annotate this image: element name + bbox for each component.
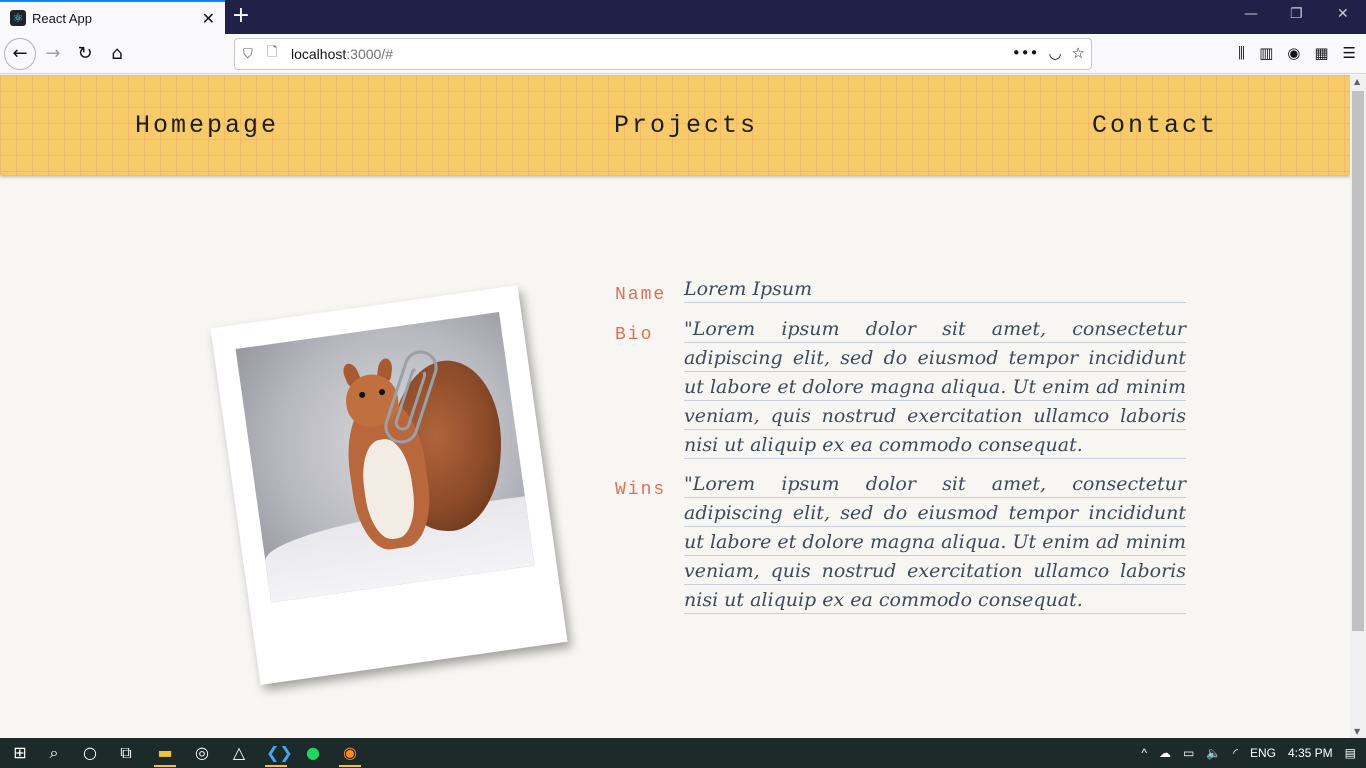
windows-taskbar: ⊞ ⌕ ○ ⧉ ▬ ◎ △ ❮❯ ● ◉ ^ ☁ ▭ 🔈 ◜ ENG 4:35 … bbox=[0, 738, 1366, 768]
page-info-icon[interactable]: 🗋 bbox=[267, 43, 283, 65]
reload-icon[interactable]: ↻ bbox=[70, 39, 100, 69]
scrollbar-thumb[interactable] bbox=[1352, 91, 1364, 631]
notifications-icon[interactable]: ▤ bbox=[1345, 746, 1356, 760]
polaroid-photo-frame bbox=[210, 285, 568, 685]
scroll-up-icon[interactable]: ▲ bbox=[1354, 77, 1360, 86]
restore-button[interactable]: ❐ bbox=[1290, 6, 1303, 22]
wifi-icon[interactable]: ◜ bbox=[1233, 746, 1238, 760]
new-tab-button[interactable]: + bbox=[231, 4, 251, 28]
nav-link-projects[interactable]: Projects bbox=[614, 111, 758, 140]
vscode-icon[interactable]: ❮❯ bbox=[266, 743, 293, 763]
library-icon[interactable]: ⫼ bbox=[1238, 44, 1245, 62]
forward-arrow-icon[interactable]: → bbox=[38, 39, 68, 69]
wins-value: "Lorem ipsum dolor sit amet, consectetur… bbox=[684, 470, 1186, 615]
firefox-icon[interactable]: ◉ bbox=[340, 743, 360, 763]
nav-link-contact[interactable]: Contact bbox=[1092, 111, 1218, 140]
url-path: :3000/# bbox=[346, 46, 393, 62]
back-arrow-icon[interactable]: ← bbox=[4, 38, 36, 70]
firefox-active-indicator bbox=[339, 765, 361, 767]
name-label: Name bbox=[615, 285, 667, 305]
name-value: Lorem Ipsum bbox=[684, 275, 1186, 304]
home-icon[interactable]: ⌂ bbox=[102, 39, 132, 69]
onedrive-icon[interactable]: ☁ bbox=[1159, 746, 1171, 760]
browser-tab-active[interactable]: ⚛ React App ✕ bbox=[0, 0, 225, 34]
search-icon[interactable]: ⌕ bbox=[44, 743, 64, 763]
google-drive-icon[interactable]: △ bbox=[229, 743, 249, 763]
tab-close-icon[interactable]: ✕ bbox=[202, 9, 215, 28]
file-explorer-icon[interactable]: ▬ bbox=[155, 743, 175, 763]
sidebar-icon[interactable]: ▥ bbox=[1259, 44, 1273, 62]
tray-overflow-icon[interactable]: ^ bbox=[1141, 746, 1147, 760]
tab-title: React App bbox=[32, 10, 92, 26]
language-indicator[interactable]: ENG bbox=[1250, 746, 1276, 760]
task-view-icon[interactable]: ⧉ bbox=[116, 743, 136, 763]
react-favicon-icon: ⚛ bbox=[10, 10, 26, 26]
bio-value: "Lorem ipsum dolor sit amet, consectetur… bbox=[684, 315, 1186, 460]
extensions-icon[interactable]: ▦ bbox=[1314, 44, 1328, 62]
bio-label: Bio bbox=[615, 325, 654, 345]
browser-tab-bar: ⚛ React App ✕ + — ❐ ✕ bbox=[0, 0, 1366, 34]
clock[interactable]: 4:35 PM bbox=[1288, 746, 1333, 760]
page-viewport: Homepage Projects Contact Name Lorem Ips… bbox=[0, 75, 1350, 738]
explorer-active-indicator bbox=[154, 765, 176, 767]
menu-icon[interactable]: ☰ bbox=[1343, 44, 1356, 62]
scroll-down-icon[interactable]: ▼ bbox=[1354, 727, 1360, 736]
minimize-button[interactable]: — bbox=[1244, 6, 1258, 22]
pocket-icon[interactable]: ◡ bbox=[1048, 44, 1061, 62]
system-tray: ^ ☁ ▭ 🔈 ◜ ENG 4:35 PM ▤ bbox=[1141, 738, 1356, 768]
vscode-active-indicator bbox=[265, 765, 287, 767]
site-header: Homepage Projects Contact bbox=[0, 75, 1350, 175]
spotify-icon[interactable]: ● bbox=[303, 743, 323, 763]
chrome-icon[interactable]: ◎ bbox=[192, 743, 212, 763]
page-actions-icon[interactable]: ••• bbox=[1012, 44, 1039, 62]
page-scrollbar[interactable]: ▲ ▼ bbox=[1350, 75, 1366, 738]
cortana-icon[interactable]: ○ bbox=[80, 743, 100, 763]
windows-start-icon[interactable]: ⊞ bbox=[10, 743, 30, 763]
bookmark-star-icon[interactable]: ☆ bbox=[1072, 44, 1085, 62]
url-text[interactable]: localhost:3000/# bbox=[291, 46, 393, 62]
squirrel-photo bbox=[235, 312, 535, 603]
wins-label: Wins bbox=[615, 480, 667, 500]
account-icon[interactable]: ◉ bbox=[1287, 44, 1300, 62]
nav-link-homepage[interactable]: Homepage bbox=[135, 111, 279, 140]
tracking-shield-icon[interactable]: ⛉ bbox=[243, 47, 261, 62]
url-bar[interactable]: ⛉ 🗋 localhost:3000/# ••• ◡ ☆ bbox=[234, 38, 1092, 70]
close-window-button[interactable]: ✕ bbox=[1337, 6, 1349, 22]
volume-icon[interactable]: 🔈 bbox=[1206, 746, 1221, 760]
browser-toolbar: ← → ↻ ⌂ ⛉ 🗋 localhost:3000/# ••• ◡ ☆ ⫼ ▥… bbox=[0, 34, 1366, 74]
url-host: localhost bbox=[291, 46, 347, 62]
battery-icon[interactable]: ▭ bbox=[1183, 746, 1194, 760]
